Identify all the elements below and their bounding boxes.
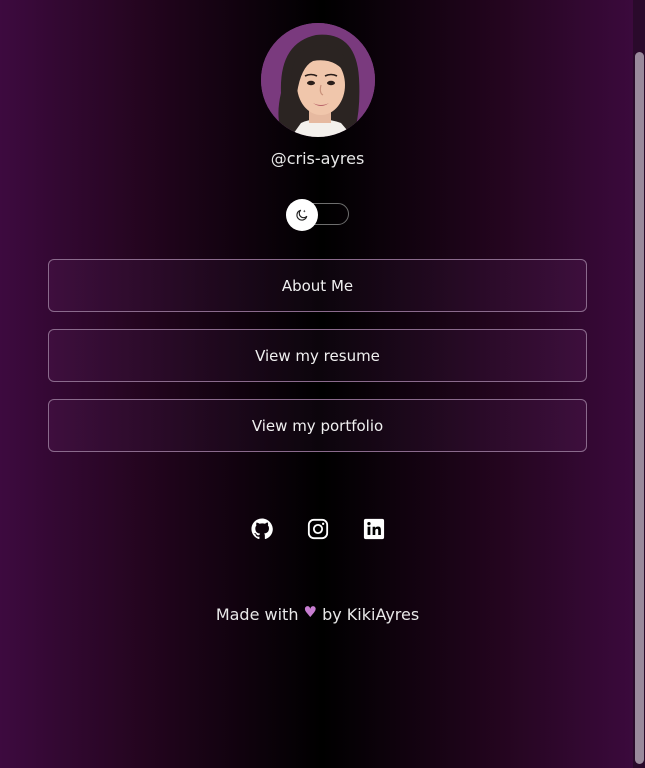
linkedin-link[interactable]	[362, 517, 386, 541]
github-link[interactable]	[250, 517, 274, 541]
view-portfolio-button[interactable]: View my portfolio	[48, 399, 587, 452]
footer: Made with ♥ by KikiAyres	[0, 603, 635, 624]
moon-icon	[296, 209, 308, 221]
footer-suffix: by KikiAyres	[322, 605, 420, 624]
view-portfolio-label: View my portfolio	[251, 416, 384, 435]
about-me-button[interactable]: About Me	[48, 259, 587, 312]
view-resume-button[interactable]: View my resume	[48, 329, 587, 382]
footer-prefix: Made with	[215, 605, 299, 624]
avatar-illustration	[261, 23, 375, 137]
scrollbar-thumb[interactable]	[635, 52, 644, 764]
linktree-page: @cris-ayres About Me View my resume View…	[0, 0, 632, 768]
username: @cris-ayres	[270, 149, 365, 168]
avatar	[261, 23, 375, 137]
view-resume-label: View my resume	[255, 346, 380, 365]
theme-toggle[interactable]	[286, 199, 318, 231]
linkedin-icon	[363, 518, 385, 540]
heart-icon: ♥	[303, 603, 317, 621]
instagram-icon	[307, 518, 329, 540]
github-icon	[251, 518, 273, 540]
instagram-link[interactable]	[306, 517, 330, 541]
about-me-label: About Me	[281, 276, 354, 295]
